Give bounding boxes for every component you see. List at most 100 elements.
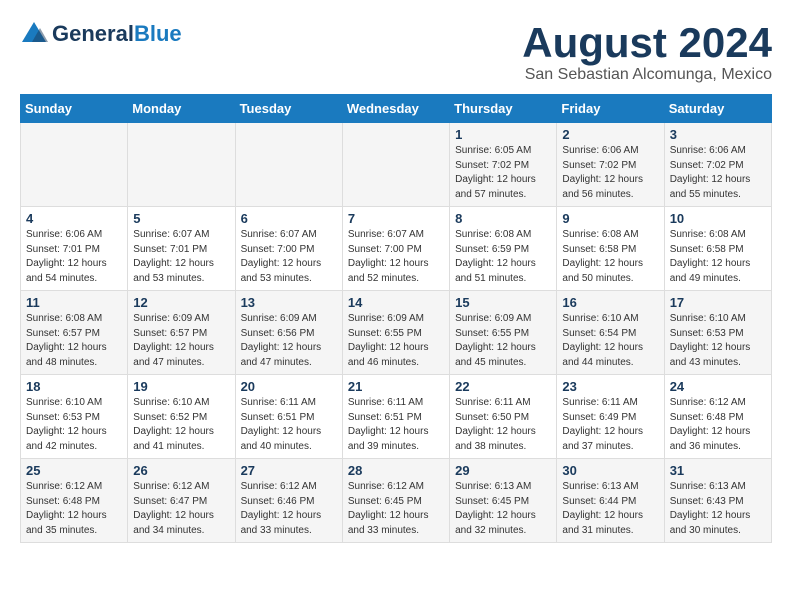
day-info: Sunrise: 6:07 AM Sunset: 7:00 PM Dayligh… (241, 228, 337, 286)
day-number: 2 (562, 127, 658, 142)
calendar-week-5: 25 Sunrise: 6:12 AM Sunset: 6:48 PM Dayli… (21, 459, 772, 543)
day-info: Sunrise: 6:09 AM Sunset: 6:55 PM Dayligh… (348, 312, 444, 370)
day-number: 8 (455, 211, 551, 226)
day-info: Sunrise: 6:12 AM Sunset: 6:47 PM Dayligh… (133, 480, 229, 538)
calendar-cell: 5 Sunrise: 6:07 AM Sunset: 7:01 PM Daylig… (128, 207, 235, 291)
day-info: Sunrise: 6:09 AM Sunset: 6:56 PM Dayligh… (241, 312, 337, 370)
calendar-cell: 18Sunrise: 6:10 AM Sunset: 6:53 PM Dayli… (21, 375, 128, 459)
day-info: Sunrise: 6:06 AM Sunset: 7:02 PM Dayligh… (562, 144, 658, 202)
day-info: Sunrise: 6:10 AM Sunset: 6:53 PM Dayligh… (670, 312, 766, 370)
day-number: 11 (26, 295, 122, 310)
day-info: Sunrise: 6:05 AM Sunset: 7:02 PM Dayligh… (455, 144, 551, 202)
calendar-cell: 20Sunrise: 6:11 AM Sunset: 6:51 PM Dayli… (235, 375, 342, 459)
calendar-cell: 6Sunrise: 6:07 AM Sunset: 7:00 PM Daylig… (235, 207, 342, 291)
day-info: Sunrise: 6:13 AM Sunset: 6:43 PM Dayligh… (670, 480, 766, 538)
calendar-header: SundayMondayTuesdayWednesdayThursdayFrid… (21, 95, 772, 123)
day-number: 10 (670, 211, 766, 226)
day-number: 7 (348, 211, 444, 226)
day-info: Sunrise: 6:13 AM Sunset: 6:44 PM Dayligh… (562, 480, 658, 538)
calendar-cell: 3 Sunrise: 6:06 AM Sunset: 7:02 PM Daylig… (664, 123, 771, 207)
day-info: Sunrise: 6:13 AM Sunset: 6:45 PM Dayligh… (455, 480, 551, 538)
calendar-cell: 9 Sunrise: 6:08 AM Sunset: 6:58 PM Daylig… (557, 207, 664, 291)
calendar-cell: 12 Sunrise: 6:09 AM Sunset: 6:57 PM Dayli… (128, 291, 235, 375)
weekday-header-tuesday: Tuesday (235, 95, 342, 123)
calendar-week-2: 4 Sunrise: 6:06 AM Sunset: 7:01 PM Daylig… (21, 207, 772, 291)
logo-icon (20, 20, 48, 48)
day-number: 23 (562, 379, 658, 394)
calendar-week-3: 11 Sunrise: 6:08 AM Sunset: 6:57 PM Dayli… (21, 291, 772, 375)
day-info: Sunrise: 6:11 AM Sunset: 6:51 PM Dayligh… (241, 396, 337, 454)
day-number: 15 (455, 295, 551, 310)
day-info: Sunrise: 6:07 AM Sunset: 7:01 PM Dayligh… (133, 228, 229, 286)
calendar-cell (342, 123, 449, 207)
day-info: Sunrise: 6:07 AM Sunset: 7:00 PM Dayligh… (348, 228, 444, 286)
weekday-header-saturday: Saturday (664, 95, 771, 123)
day-number: 4 (26, 211, 122, 226)
day-info: Sunrise: 6:08 AM Sunset: 6:57 PM Dayligh… (26, 312, 122, 370)
day-info: Sunrise: 6:08 AM Sunset: 6:58 PM Dayligh… (562, 228, 658, 286)
calendar-cell: 17 Sunrise: 6:10 AM Sunset: 6:53 PM Dayli… (664, 291, 771, 375)
calendar-cell: 23 Sunrise: 6:11 AM Sunset: 6:49 PM Dayli… (557, 375, 664, 459)
day-info: Sunrise: 6:12 AM Sunset: 6:45 PM Dayligh… (348, 480, 444, 538)
day-info: Sunrise: 6:08 AM Sunset: 6:58 PM Dayligh… (670, 228, 766, 286)
month-title: August 2024 (522, 20, 772, 66)
title-block: August 2024 San Sebastian Alcomunga, Mex… (522, 20, 772, 84)
calendar-cell: 28Sunrise: 6:12 AM Sunset: 6:45 PM Dayli… (342, 459, 449, 543)
calendar-cell: 4 Sunrise: 6:06 AM Sunset: 7:01 PM Daylig… (21, 207, 128, 291)
calendar-cell (235, 123, 342, 207)
calendar-cell: 10 Sunrise: 6:08 AM Sunset: 6:58 PM Dayli… (664, 207, 771, 291)
calendar-cell: 26 Sunrise: 6:12 AM Sunset: 6:47 PM Dayli… (128, 459, 235, 543)
day-number: 31 (670, 463, 766, 478)
calendar-cell: 11 Sunrise: 6:08 AM Sunset: 6:57 PM Dayli… (21, 291, 128, 375)
day-number: 25 (26, 463, 122, 478)
calendar-cell: 21Sunrise: 6:11 AM Sunset: 6:51 PM Dayli… (342, 375, 449, 459)
page: GeneralBlue August 2024 San Sebastian Al… (0, 0, 792, 553)
header: GeneralBlue August 2024 San Sebastian Al… (20, 20, 772, 84)
weekday-header-thursday: Thursday (450, 95, 557, 123)
calendar-week-1: 1Sunrise: 6:05 AM Sunset: 7:02 PM Daylig… (21, 123, 772, 207)
weekday-header-monday: Monday (128, 95, 235, 123)
day-number: 16 (562, 295, 658, 310)
calendar-cell: 16 Sunrise: 6:10 AM Sunset: 6:54 PM Dayli… (557, 291, 664, 375)
day-number: 13 (241, 295, 337, 310)
calendar-cell: 19Sunrise: 6:10 AM Sunset: 6:52 PM Dayli… (128, 375, 235, 459)
day-info: Sunrise: 6:11 AM Sunset: 6:50 PM Dayligh… (455, 396, 551, 454)
day-number: 27 (241, 463, 337, 478)
day-number: 29 (455, 463, 551, 478)
day-number: 19 (133, 379, 229, 394)
day-info: Sunrise: 6:09 AM Sunset: 6:55 PM Dayligh… (455, 312, 551, 370)
day-number: 24 (670, 379, 766, 394)
day-number: 12 (133, 295, 229, 310)
day-info: Sunrise: 6:12 AM Sunset: 6:48 PM Dayligh… (26, 480, 122, 538)
day-number: 3 (670, 127, 766, 142)
day-info: Sunrise: 6:12 AM Sunset: 6:48 PM Dayligh… (670, 396, 766, 454)
calendar-cell: 7 Sunrise: 6:07 AM Sunset: 7:00 PM Daylig… (342, 207, 449, 291)
day-number: 9 (562, 211, 658, 226)
day-info: Sunrise: 6:10 AM Sunset: 6:54 PM Dayligh… (562, 312, 658, 370)
calendar-cell: 15 Sunrise: 6:09 AM Sunset: 6:55 PM Dayli… (450, 291, 557, 375)
calendar-table: SundayMondayTuesdayWednesdayThursdayFrid… (20, 94, 772, 543)
day-number: 17 (670, 295, 766, 310)
calendar-cell: 27 Sunrise: 6:12 AM Sunset: 6:46 PM Dayli… (235, 459, 342, 543)
day-info: Sunrise: 6:12 AM Sunset: 6:46 PM Dayligh… (241, 480, 337, 538)
day-number: 22 (455, 379, 551, 394)
day-info: Sunrise: 6:06 AM Sunset: 7:02 PM Dayligh… (670, 144, 766, 202)
weekday-header-friday: Friday (557, 95, 664, 123)
calendar-cell: 22 Sunrise: 6:11 AM Sunset: 6:50 PM Dayli… (450, 375, 557, 459)
day-info: Sunrise: 6:06 AM Sunset: 7:01 PM Dayligh… (26, 228, 122, 286)
day-number: 26 (133, 463, 229, 478)
calendar-cell (128, 123, 235, 207)
calendar-cell: 1Sunrise: 6:05 AM Sunset: 7:02 PM Daylig… (450, 123, 557, 207)
day-info: Sunrise: 6:11 AM Sunset: 6:49 PM Dayligh… (562, 396, 658, 454)
day-number: 30 (562, 463, 658, 478)
day-number: 5 (133, 211, 229, 226)
day-number: 14 (348, 295, 444, 310)
calendar-cell: 24 Sunrise: 6:12 AM Sunset: 6:48 PM Dayli… (664, 375, 771, 459)
calendar-cell: 13 Sunrise: 6:09 AM Sunset: 6:56 PM Dayli… (235, 291, 342, 375)
calendar-cell: 8Sunrise: 6:08 AM Sunset: 6:59 PM Daylig… (450, 207, 557, 291)
calendar-cell: 25 Sunrise: 6:12 AM Sunset: 6:48 PM Dayli… (21, 459, 128, 543)
weekday-header-sunday: Sunday (21, 95, 128, 123)
calendar-cell: 31 Sunrise: 6:13 AM Sunset: 6:43 PM Dayli… (664, 459, 771, 543)
weekday-header-wednesday: Wednesday (342, 95, 449, 123)
day-info: Sunrise: 6:09 AM Sunset: 6:57 PM Dayligh… (133, 312, 229, 370)
